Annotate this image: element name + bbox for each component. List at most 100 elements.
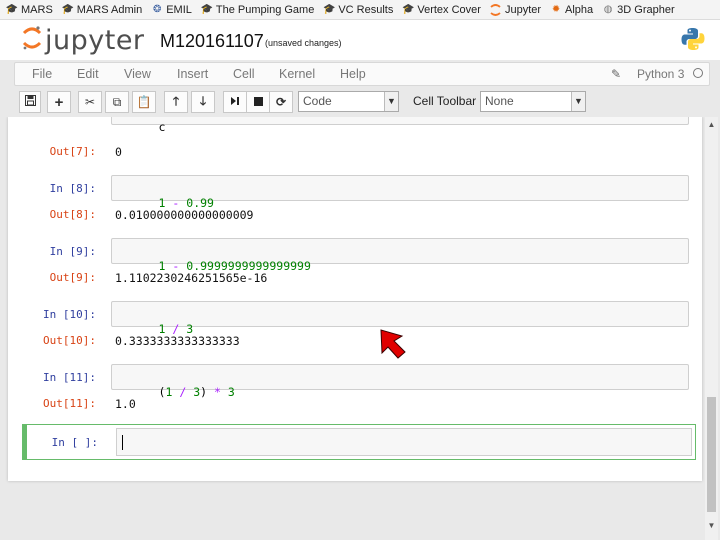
move-down-button[interactable]: 🡓 bbox=[191, 91, 215, 113]
bookmark-vertex-cover[interactable]: 🎓 Vertex Cover bbox=[402, 4, 481, 16]
clipboard-icon: 📋 bbox=[136, 95, 152, 109]
scrollbar-thumb[interactable] bbox=[707, 397, 716, 512]
mouse-pointer-icon bbox=[378, 327, 412, 366]
menu-help[interactable]: Help bbox=[340, 67, 366, 81]
jupyter-logo[interactable]: jupyter bbox=[22, 24, 145, 57]
bookmark-vc-results[interactable]: 🎓 VC Results bbox=[323, 4, 393, 16]
save-status: (unsaved changes) bbox=[265, 38, 342, 48]
jupyter-icon bbox=[490, 3, 502, 16]
out-prompt: Out[10]: bbox=[43, 334, 96, 347]
chevron-down-icon: ▼ bbox=[384, 92, 398, 111]
notebook-name[interactable]: M120161107 bbox=[160, 31, 264, 52]
scissors-icon: ✂ bbox=[84, 95, 96, 109]
copy-icon: ⧉ bbox=[112, 94, 122, 109]
edit-mode-pencil-icon: ✎ bbox=[611, 67, 622, 81]
save-icon bbox=[24, 95, 36, 109]
hat-icon: 🎓 bbox=[402, 3, 415, 15]
menu-view[interactable]: View bbox=[124, 67, 151, 81]
code-text: c bbox=[158, 120, 166, 134]
bookmark-label: Jupyter bbox=[504, 3, 542, 16]
paste-button[interactable]: 📋 bbox=[132, 91, 156, 113]
jupyter-logo-text: jupyter bbox=[45, 25, 145, 56]
insert-cell-button[interactable]: + bbox=[47, 91, 71, 113]
emil-icon: ❂ bbox=[153, 3, 162, 15]
bookmark-label: 3D Grapher bbox=[617, 3, 675, 16]
stop-icon bbox=[253, 95, 263, 109]
in-prompt: In [8]: bbox=[49, 182, 96, 195]
bookmark-label: The Pumping Game bbox=[215, 3, 315, 16]
bookmark-pumping-game[interactable]: 🎓 The Pumping Game bbox=[200, 3, 315, 16]
code-input[interactable]: (1 / 3) * 3 bbox=[111, 364, 689, 399]
bookmark-label: EMIL bbox=[166, 3, 192, 16]
in-prompt: In [9]: bbox=[49, 245, 96, 258]
kernel-name[interactable]: Python 3 bbox=[637, 67, 684, 81]
code-input[interactable]: 1 - 0.9999999999999999 bbox=[111, 238, 689, 273]
alpha-icon: ✹ bbox=[551, 3, 561, 15]
bookmark-alpha[interactable]: ✹ Alpha bbox=[550, 4, 593, 16]
copy-button[interactable]: ⧉ bbox=[105, 91, 129, 113]
refresh-icon: ⟳ bbox=[275, 95, 287, 109]
menu-file[interactable]: File bbox=[32, 67, 52, 81]
out-prompt: Out[7]: bbox=[49, 145, 96, 158]
python-logo-icon bbox=[680, 26, 706, 57]
cut-button[interactable]: ✂ bbox=[78, 91, 102, 113]
grapher-icon: ◍ bbox=[603, 3, 613, 15]
cell-output: 0.3333333333333333 bbox=[115, 334, 240, 348]
out-prompt: Out[9]: bbox=[49, 271, 96, 284]
out-prompt: Out[11]: bbox=[43, 397, 96, 410]
selected-code-cell[interactable]: In [ ]: bbox=[22, 424, 696, 460]
code-input[interactable]: 1 / 3 bbox=[111, 301, 689, 336]
bookmark-mars-admin[interactable]: 🎓 MARS Admin bbox=[61, 3, 143, 16]
bookmark-3d-grapher[interactable]: ◍ 3D Grapher bbox=[602, 3, 675, 16]
cell-output: 1.1102230246251565e-16 bbox=[115, 271, 268, 285]
scroll-down-arrow-icon[interactable]: ▼ bbox=[705, 521, 718, 530]
cell-type-value: Code bbox=[303, 94, 332, 108]
bookmark-label: MARS bbox=[21, 3, 53, 16]
move-up-button[interactable]: 🡑 bbox=[164, 91, 188, 113]
menu-cell[interactable]: Cell bbox=[233, 67, 255, 81]
interrupt-button[interactable] bbox=[246, 91, 270, 113]
in-prompt: In [10]: bbox=[43, 308, 96, 321]
bookmark-label: VC Results bbox=[338, 3, 394, 16]
menu-edit[interactable]: Edit bbox=[77, 67, 99, 81]
code-input[interactable]: 1 - 0.99 bbox=[111, 175, 689, 210]
cell-type-select[interactable]: Code ▼ bbox=[298, 91, 399, 112]
cell-toolbar-label: Cell Toolbar bbox=[413, 94, 477, 108]
scroll-up-arrow-icon[interactable]: ▲ bbox=[705, 120, 718, 129]
cell-output: 0.010000000000000009 bbox=[115, 208, 254, 222]
code-input[interactable] bbox=[116, 428, 692, 456]
main-toolbar: + ✂ ⧉ 📋 🡑 🡓 ⟳ Code ▼ Cell Toolbar None ▼ bbox=[14, 90, 710, 116]
code-token: * bbox=[207, 385, 228, 399]
bookmark-mars[interactable]: 🎓 MARS bbox=[6, 4, 53, 16]
hat-icon: 🎓 bbox=[61, 3, 75, 15]
jupyter-logo-icon bbox=[22, 24, 42, 57]
save-button[interactable] bbox=[19, 91, 41, 113]
cell-output: 0 bbox=[115, 145, 122, 159]
cell-toolbar-select[interactable]: None ▼ bbox=[480, 91, 586, 112]
hat-icon: 🎓 bbox=[200, 3, 214, 15]
bookmark-emil[interactable]: ❂ EMIL bbox=[151, 4, 192, 16]
kernel-idle-indicator-icon bbox=[693, 68, 703, 78]
out-prompt: Out[8]: bbox=[49, 208, 96, 221]
menubar: File Edit View Insert Cell Kernel Help ✎… bbox=[14, 62, 710, 86]
code-token: / bbox=[172, 385, 194, 399]
arrow-up-icon: 🡑 bbox=[172, 93, 180, 108]
notebook-page: c Out[7]: 0 In [8]: 1 - 0.99 Out[8]: 0.0… bbox=[8, 117, 702, 481]
run-button[interactable] bbox=[223, 91, 247, 113]
plus-icon: + bbox=[54, 93, 64, 111]
notebook-header: jupyter M120161107 (unsaved changes) bbox=[0, 20, 720, 60]
bookmark-label: Alpha bbox=[565, 3, 594, 16]
bookmark-jupyter[interactable]: Jupyter bbox=[490, 4, 541, 16]
bookmark-label: MARS Admin bbox=[76, 3, 143, 16]
page-scrollbar[interactable]: ▲ ▼ bbox=[705, 117, 718, 540]
bookmarks-bar: 🎓 MARS 🎓 MARS Admin ❂ EMIL 🎓 The Pumping… bbox=[0, 0, 720, 20]
notebook-container: c Out[7]: 0 In [8]: 1 - 0.99 Out[8]: 0.0… bbox=[0, 117, 720, 540]
menu-insert[interactable]: Insert bbox=[177, 67, 208, 81]
restart-button[interactable]: ⟳ bbox=[269, 91, 293, 113]
in-prompt: In [11]: bbox=[43, 371, 96, 384]
step-forward-icon bbox=[230, 95, 240, 109]
code-input[interactable]: c bbox=[111, 117, 689, 134]
hat-icon: 🎓 bbox=[5, 3, 19, 15]
menu-kernel[interactable]: Kernel bbox=[279, 67, 315, 81]
arrow-down-icon: 🡓 bbox=[199, 93, 207, 108]
